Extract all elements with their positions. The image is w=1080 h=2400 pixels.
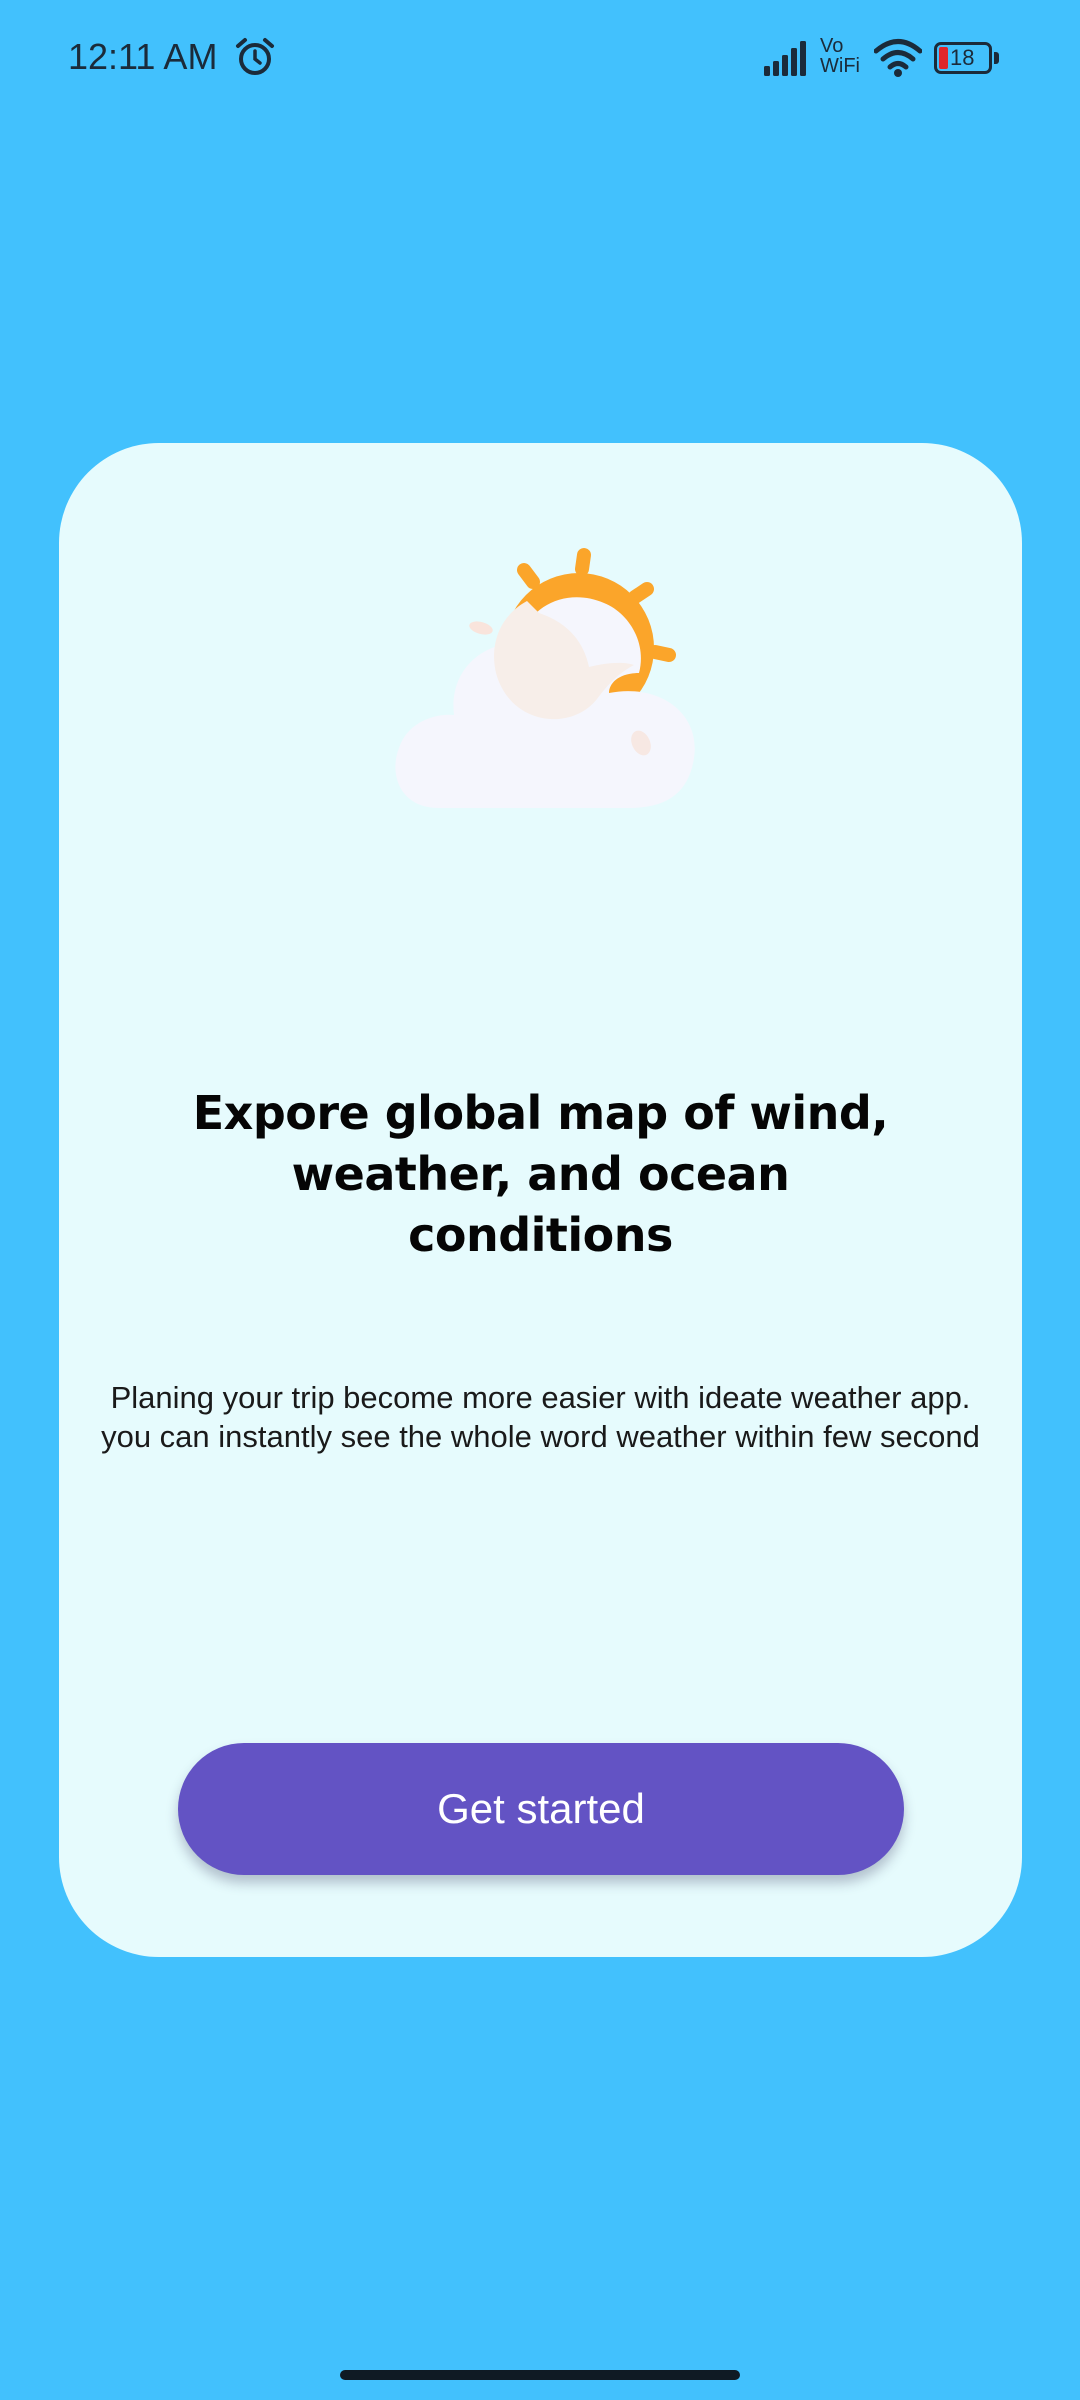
battery-icon: 18 [934, 42, 999, 74]
vowifi-label: Vo WiFi [820, 35, 860, 77]
status-time: 12:11 AM [68, 36, 218, 77]
wifi-icon [874, 39, 922, 77]
home-indicator[interactable] [340, 2370, 740, 2380]
battery-fill [939, 47, 948, 69]
alarm-icon [236, 38, 274, 75]
signal-icon [764, 41, 806, 76]
get-started-button[interactable]: Get started [178, 1743, 904, 1875]
battery-tip [994, 52, 999, 64]
description-text: Planing your trip become more easier wit… [101, 1380, 980, 1454]
headline: Expore global map of wind, weather, and … [192, 1086, 889, 1262]
battery-level: 18 [950, 45, 975, 70]
status-bar: 12:11 AM Vo WiFi 18 [0, 0, 1080, 120]
sun-behind-cloud-icon [395, 548, 695, 808]
onboarding-card: Expore global map of wind, weather, and … [59, 443, 1022, 1957]
